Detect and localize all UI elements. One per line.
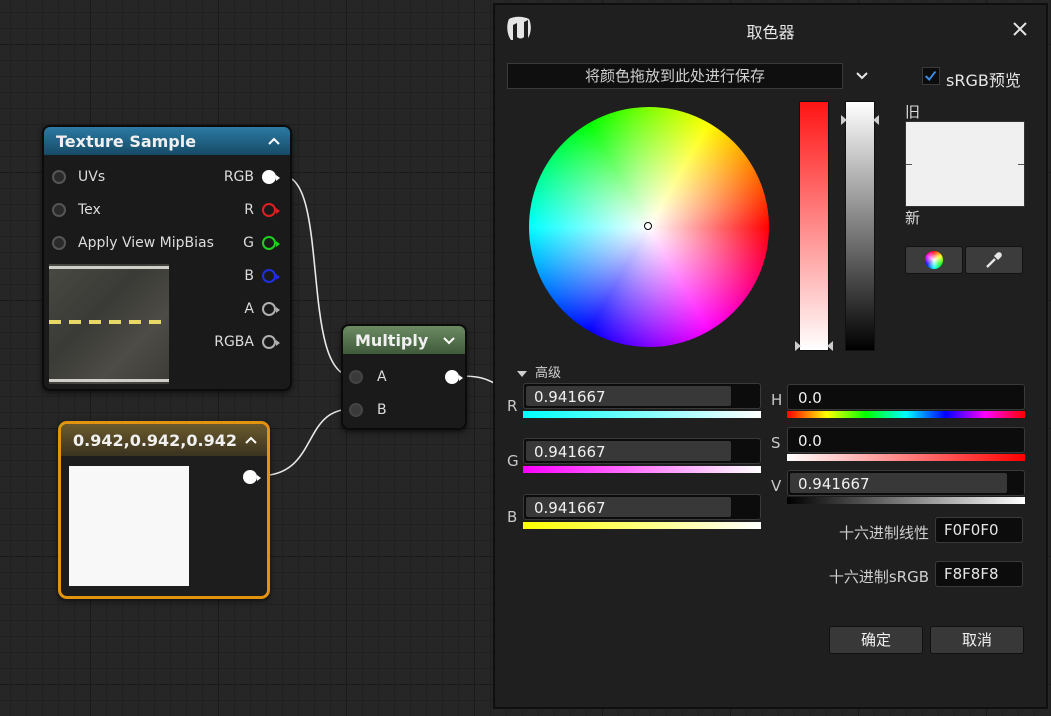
s-value-field[interactable]: 0.0: [787, 427, 1025, 453]
output-pin-a-icon[interactable]: [262, 302, 280, 316]
srgb-preview-label: sRGB预览: [946, 71, 1021, 90]
b-value-field[interactable]: 0.941667: [523, 494, 761, 520]
pin-apply-view-mipbias[interactable]: Apply View MipBias: [52, 233, 214, 253]
hex-srgb-field[interactable]: F8F8F8: [935, 561, 1023, 587]
saturation-gradient-bar[interactable]: [787, 454, 1025, 461]
input-pin-icon[interactable]: [349, 403, 363, 417]
new-color-label: 新: [905, 209, 921, 227]
constant-header[interactable]: 0.942,0.942,0.942: [61, 424, 267, 456]
color-wheel-icon: [925, 251, 943, 269]
swatch-divider-tick-left: [906, 164, 912, 165]
constant-title: 0.942,0.942,0.942: [73, 430, 237, 450]
channel-label-v: V: [771, 477, 782, 495]
pin-b-input[interactable]: B: [349, 400, 387, 420]
texture-sample-node[interactable]: Texture Sample UVs Tex Apply View MipBia…: [42, 125, 292, 391]
value-slider[interactable]: [845, 101, 875, 351]
hex-srgb-label: 十六进制sRGB: [828, 568, 929, 586]
pin-b[interactable]: B: [244, 266, 280, 286]
v-value-field[interactable]: 0.941667: [787, 470, 1025, 496]
g-gradient-bar[interactable]: [523, 466, 761, 473]
collapse-chevron-icon[interactable]: [243, 432, 259, 448]
input-pin-icon[interactable]: [349, 370, 363, 384]
color-picker-dialog[interactable]: 取色器 将颜色拖放到此处进行保存 sRGB预览 旧 新 高级 R 0.94166…: [493, 3, 1048, 709]
saturation-slider-handle-left[interactable]: [795, 341, 801, 351]
pin-a[interactable]: A: [244, 299, 280, 319]
advanced-section-toggle[interactable]: 高级: [517, 362, 561, 381]
road-center-dash: [49, 320, 169, 324]
hue-gradient-bar[interactable]: [787, 411, 1025, 418]
pin-g[interactable]: G: [243, 233, 280, 253]
dialog-title-bar[interactable]: 取色器: [495, 5, 1046, 55]
hex-linear-label: 十六进制线性: [838, 524, 929, 542]
checkmark-icon: [924, 70, 937, 82]
collapse-chevron-icon[interactable]: [441, 332, 457, 348]
input-pin-icon[interactable]: [52, 203, 66, 217]
constant-output-pin-icon[interactable]: [243, 470, 261, 484]
pin-rgba[interactable]: RGBA: [214, 332, 280, 352]
input-pin-icon[interactable]: [52, 170, 66, 184]
r-gradient-bar[interactable]: [523, 411, 761, 418]
output-pin-b-icon[interactable]: [262, 269, 280, 283]
multiply-node[interactable]: Multiply A B: [341, 324, 467, 430]
saturation-slider[interactable]: [799, 101, 829, 351]
output-pin-r-icon[interactable]: [262, 203, 280, 217]
multiply-header[interactable]: Multiply: [343, 326, 465, 354]
pin-r[interactable]: R: [244, 200, 280, 220]
color-wheel-cursor[interactable]: [644, 222, 652, 230]
multiply-output-pin-icon[interactable]: [445, 370, 463, 384]
swatch-divider-tick-right: [1018, 164, 1024, 165]
srgb-preview-checkbox[interactable]: [922, 67, 940, 85]
channel-label-h: H: [771, 391, 783, 409]
channel-label-s: S: [771, 434, 781, 452]
g-value-field[interactable]: 0.941667: [523, 438, 761, 464]
eyedropper-button[interactable]: [965, 246, 1023, 274]
collapse-chevron-icon[interactable]: [266, 133, 282, 149]
ok-button[interactable]: 确定: [829, 626, 923, 654]
road-edge-line-top: [49, 266, 169, 269]
texture-preview-thumbnail: [49, 264, 169, 384]
color-drop-zone[interactable]: 将颜色拖放到此处进行保存: [507, 63, 843, 89]
constant-color-node[interactable]: 0.942,0.942,0.942: [58, 421, 270, 599]
color-wheel-mode-button[interactable]: [905, 246, 963, 274]
cancel-button[interactable]: 取消: [930, 626, 1024, 654]
pin-a-input[interactable]: A: [349, 367, 387, 387]
channel-label-b: B: [507, 508, 518, 526]
output-pin-g-icon[interactable]: [262, 236, 280, 250]
r-value-field[interactable]: 0.941667: [523, 383, 761, 409]
triangle-down-icon: [517, 370, 527, 377]
eyedropper-icon: [986, 252, 1002, 268]
old-color-label: 旧: [905, 103, 921, 121]
texture-sample-title: Texture Sample: [56, 131, 197, 151]
value-gradient-bar[interactable]: [787, 497, 1025, 504]
saturation-slider-handle-right[interactable]: [827, 341, 833, 351]
value-slider-handle-left[interactable]: [841, 115, 847, 125]
channel-label-g: G: [507, 452, 519, 470]
wire-constant-to-b: [257, 408, 353, 477]
constant-color-preview: [69, 466, 189, 586]
color-comparison-swatch: [905, 121, 1025, 207]
output-pin-rgba-icon[interactable]: [262, 335, 280, 349]
close-icon[interactable]: [1010, 19, 1030, 39]
h-value-field[interactable]: 0.0: [787, 384, 1025, 410]
value-slider-handle-right[interactable]: [873, 115, 879, 125]
chevron-down-icon[interactable]: [855, 69, 869, 83]
channel-label-r: R: [507, 397, 518, 415]
dialog-title: 取色器: [746, 23, 795, 42]
pin-rgb[interactable]: RGB: [224, 167, 280, 187]
texture-sample-header[interactable]: Texture Sample: [44, 127, 290, 155]
output-pin-rgb-icon[interactable]: [262, 170, 280, 184]
pin-tex[interactable]: Tex: [52, 200, 101, 220]
hex-linear-field[interactable]: F0F0F0: [935, 517, 1023, 543]
multiply-title: Multiply: [355, 330, 429, 350]
input-pin-icon[interactable]: [52, 236, 66, 250]
pin-uvs[interactable]: UVs: [52, 167, 105, 187]
b-gradient-bar[interactable]: [523, 522, 761, 529]
road-edge-line-bottom: [49, 379, 169, 382]
